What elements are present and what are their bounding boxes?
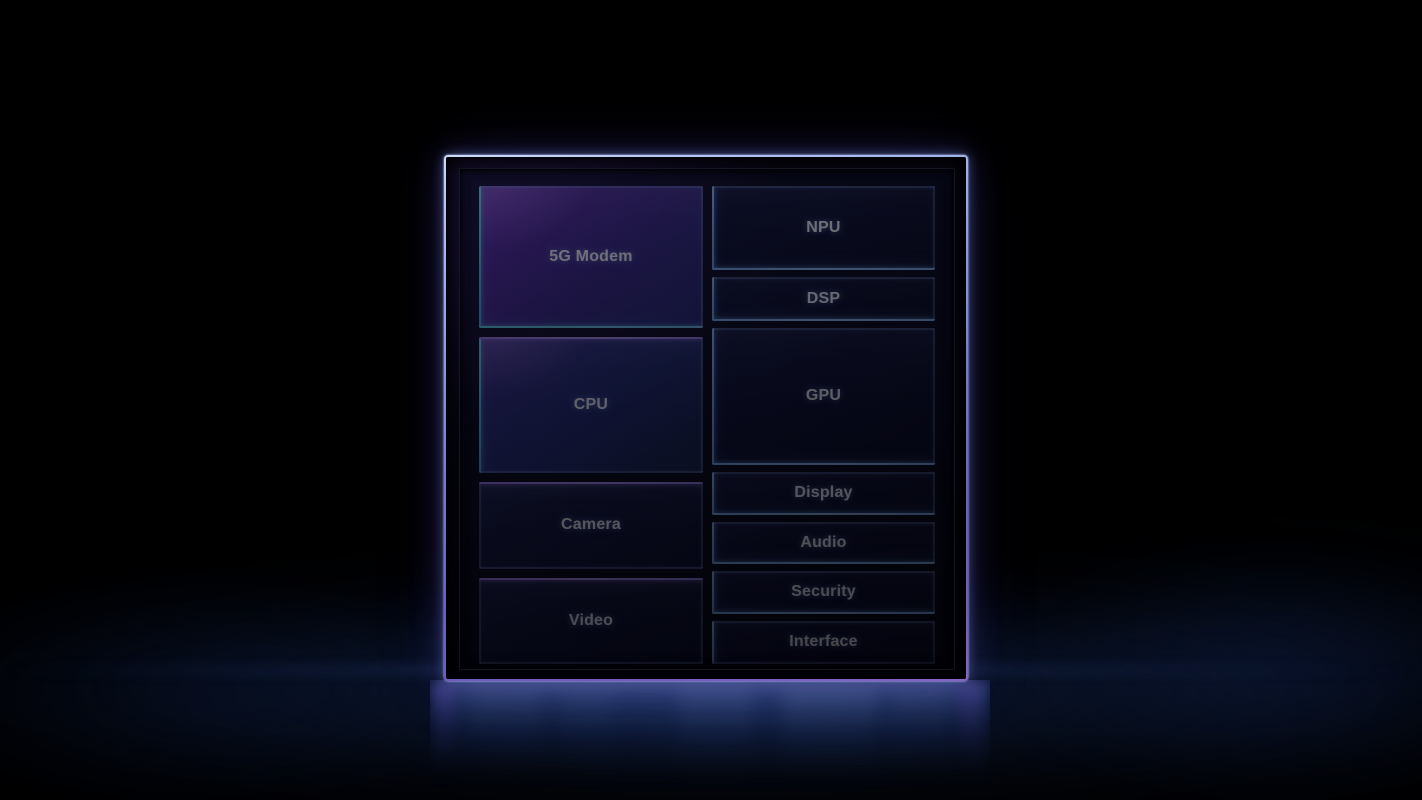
edge-bottom-icon — [479, 325, 703, 328]
block-label: NPU — [806, 219, 841, 237]
edge-bottom-icon — [712, 561, 935, 564]
edge-right-icon — [701, 481, 703, 569]
edge-right-icon — [933, 471, 935, 515]
edge-bottom-icon — [712, 319, 935, 322]
block-audio[interactable]: Audio — [712, 521, 935, 564]
reflection-streak — [678, 682, 752, 800]
edge-left-icon — [479, 186, 481, 328]
edge-bottom-icon — [479, 470, 703, 473]
edge-bottom-icon — [479, 566, 703, 569]
edge-top-icon — [712, 570, 935, 573]
edge-bottom-icon — [712, 268, 935, 271]
edge-bottom-icon — [479, 662, 703, 664]
edge-bottom-icon — [712, 611, 935, 614]
edge-left-icon — [712, 570, 714, 614]
edge-right-icon — [933, 277, 935, 322]
edge-right-icon — [701, 577, 703, 664]
edge-right-icon — [933, 620, 935, 664]
reflection-streak — [782, 682, 878, 800]
edge-left-icon — [479, 336, 481, 473]
block-cpu[interactable]: CPU — [479, 336, 703, 473]
block-grid: 5G Modem CPU Camera Video NPU DSP GPU Di… — [479, 186, 935, 664]
edge-top-icon — [479, 481, 703, 484]
edge-left-icon — [712, 620, 714, 664]
reflection-body — [430, 680, 990, 800]
block-label: 5G Modem — [549, 247, 633, 265]
glossy-floor — [0, 680, 1422, 800]
block-label: GPU — [805, 387, 842, 405]
edge-top-icon — [712, 277, 935, 280]
block-5g-modem[interactable]: 5G Modem — [479, 186, 703, 328]
edge-right-icon — [701, 186, 703, 328]
left-block-column: 5G Modem CPU Camera Video — [479, 186, 703, 664]
block-security[interactable]: Security — [712, 570, 935, 614]
edge-right-icon — [933, 570, 935, 614]
reflection-post-right — [962, 680, 978, 798]
block-label: Audio — [800, 533, 847, 551]
edge-bottom-icon — [712, 462, 935, 465]
edge-top-icon — [479, 577, 703, 580]
block-interface[interactable]: Interface — [712, 620, 935, 664]
chip-reflection — [430, 680, 990, 800]
block-label: CPU — [573, 395, 609, 413]
edge-right-icon — [933, 521, 935, 564]
right-block-column: NPU DSP GPU Display Audio Security Inter… — [712, 186, 935, 664]
edge-top-icon — [712, 620, 935, 623]
ambient-right-glow — [900, 520, 1422, 800]
edge-right-icon — [701, 336, 703, 473]
block-label: Interface — [789, 633, 858, 651]
block-gpu[interactable]: GPU — [712, 328, 935, 465]
edge-top-icon — [712, 186, 935, 188]
edge-top-icon — [712, 521, 935, 524]
edge-top-icon — [712, 471, 935, 474]
edge-left-icon — [479, 481, 481, 569]
edge-left-icon — [479, 577, 481, 664]
edge-right-icon — [933, 186, 935, 271]
reflection-streak — [470, 682, 540, 800]
edge-left-icon — [712, 277, 714, 322]
soc-chip: 5G Modem CPU Camera Video NPU DSP GPU Di… — [444, 155, 968, 681]
reflection-streak — [560, 682, 612, 800]
block-npu[interactable]: NPU — [712, 186, 935, 271]
edge-right-icon — [933, 328, 935, 465]
reflection-streak — [890, 682, 948, 800]
block-dsp[interactable]: DSP — [712, 277, 935, 322]
edge-top-icon — [479, 186, 703, 188]
edge-left-icon — [712, 471, 714, 515]
chip-substrate: 5G Modem CPU Camera Video NPU DSP GPU Di… — [446, 157, 966, 679]
edge-left-icon — [712, 186, 714, 271]
edge-left-icon — [712, 328, 714, 465]
edge-left-icon — [712, 521, 714, 564]
scene-root: 5G Modem CPU Camera Video NPU DSP GPU Di… — [0, 0, 1422, 800]
reflection-post-left — [436, 680, 452, 798]
block-label: Camera — [561, 516, 621, 534]
edge-bottom-icon — [712, 662, 935, 664]
block-camera[interactable]: Camera — [479, 481, 703, 569]
block-label: Video — [568, 611, 614, 629]
block-display[interactable]: Display — [712, 471, 935, 515]
block-video[interactable]: Video — [479, 577, 703, 664]
edge-bottom-icon — [712, 512, 935, 515]
edge-top-icon — [479, 336, 703, 339]
block-label: DSP — [806, 290, 841, 308]
edge-top-icon — [712, 328, 935, 331]
block-label: Display — [794, 484, 853, 502]
block-label: Security — [791, 583, 856, 601]
